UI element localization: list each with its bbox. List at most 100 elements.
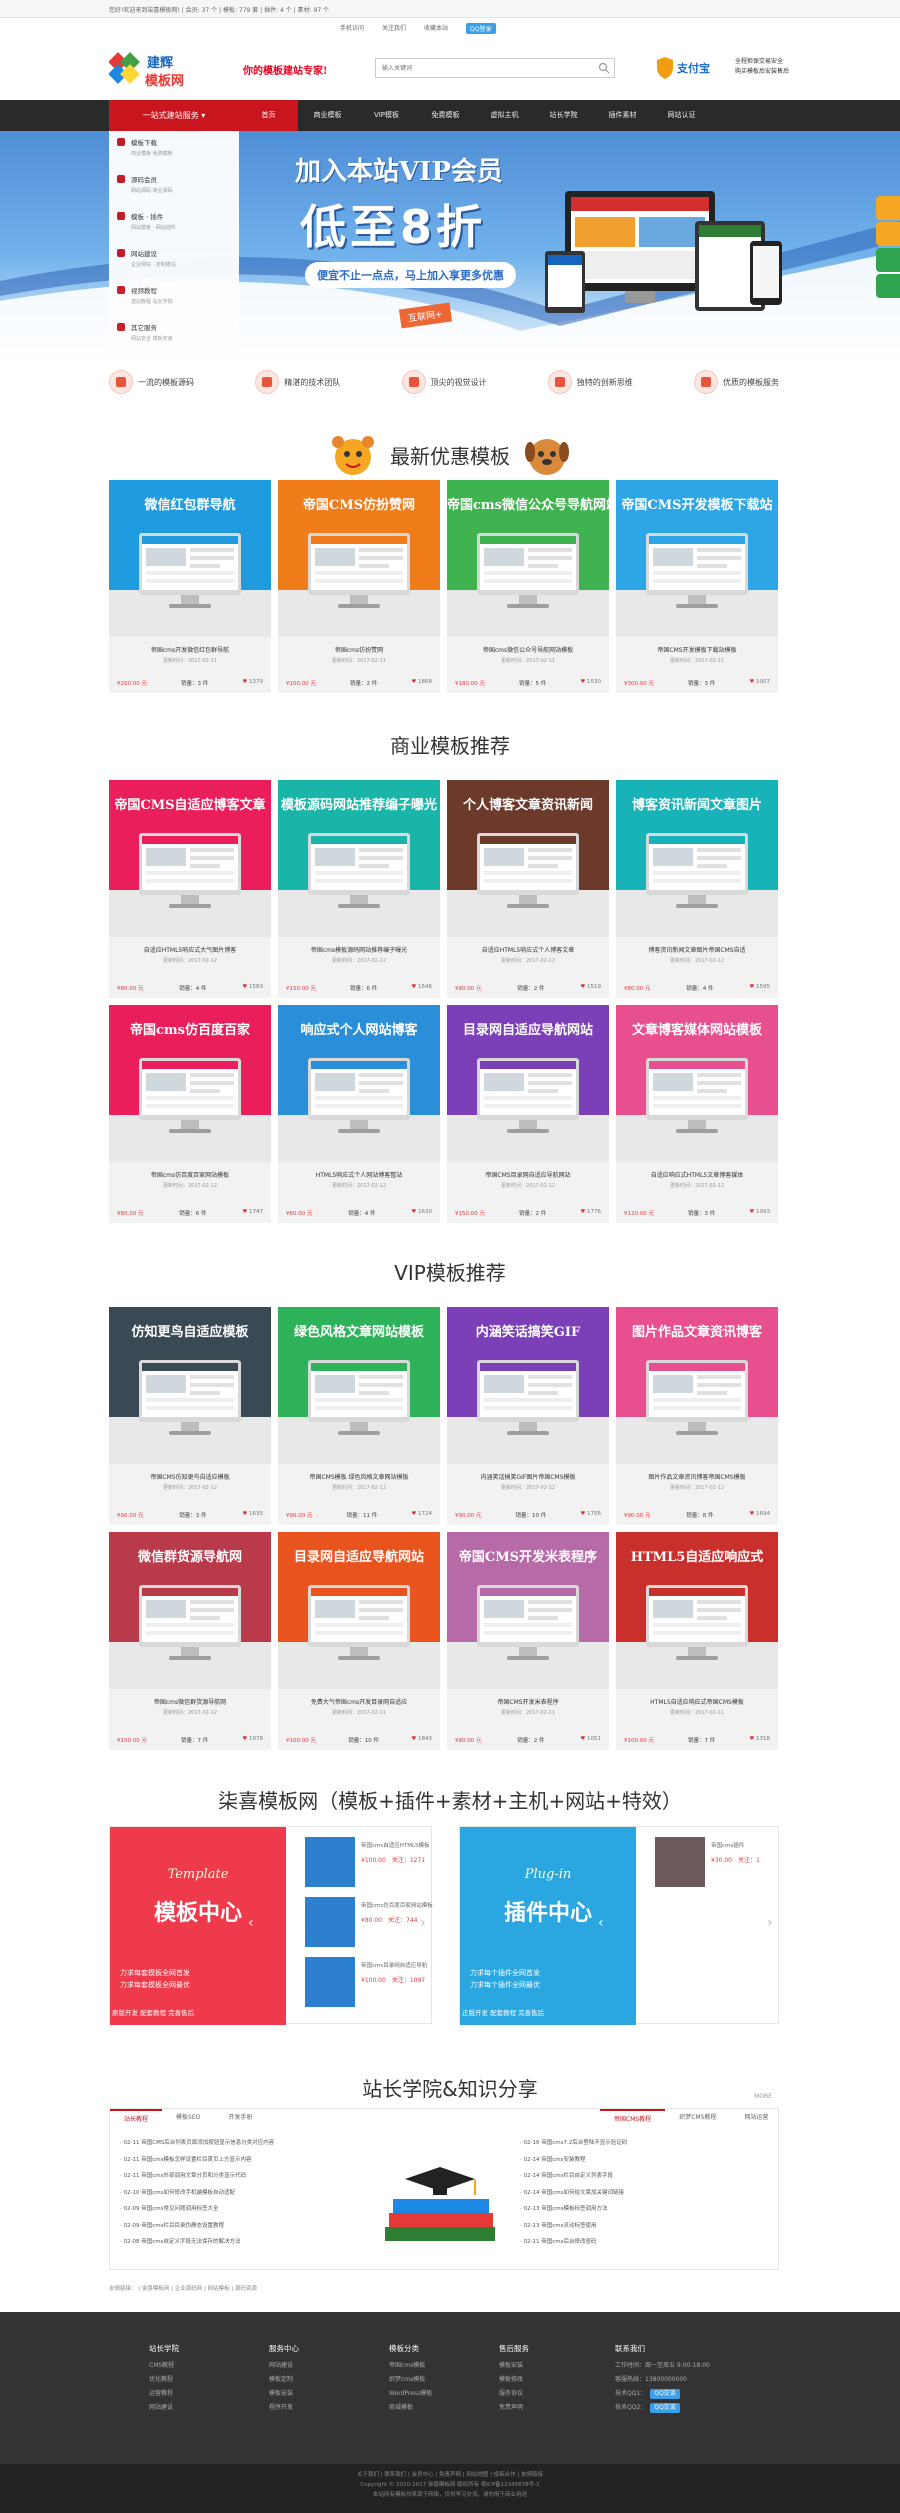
academy-tab[interactable]: 网站运营 <box>730 2109 782 2127</box>
footer-link[interactable]: 商城模板 <box>389 2401 432 2415</box>
academy-tab[interactable]: 帝国CMS教程 <box>600 2109 666 2127</box>
follow-link[interactable]: 关注我们 <box>382 23 406 34</box>
heart-icon[interactable]: ♥ <box>242 984 249 990</box>
footer-link[interactable]: 网站建设 <box>269 2359 299 2373</box>
news-item[interactable]: 02-11 帝国CMS后台列表页面添加按钮显示信息分类对应内容 <box>120 2135 275 2152</box>
heart-icon[interactable]: ♥ <box>580 1511 587 1517</box>
footer-link[interactable]: 模板定制 <box>269 2373 299 2387</box>
template-card[interactable]: 仿知更鸟自适应模板 帝国CMS仿知更鸟自适应模板 更新时间：2017-02-12 ¥9… <box>109 1307 271 1525</box>
academy-tab[interactable]: 模板SEO <box>162 2109 214 2127</box>
heart-icon[interactable]: ♥ <box>411 1511 418 1517</box>
footer-link[interactable]: 帝国cms模板 <box>389 2359 432 2373</box>
heart-icon[interactable]: ♥ <box>242 679 249 685</box>
footer-link[interactable]: CMS教程 <box>149 2359 179 2373</box>
news-item[interactable]: 02-11 帝国cms外部调用文章分页和分类显示代码 <box>120 2168 274 2185</box>
news-item[interactable]: 02-14 帝国cms如何给文章加关键词链接 <box>520 2185 627 2202</box>
card-image[interactable]: 微信群货源导航网 <box>109 1532 271 1689</box>
hero-banner[interactable]: 模板下载 商业模板 免费模板 源码会员 网站源码 商业源码 模板 · 插件 网站模板 · … <box>0 131 900 358</box>
card-name[interactable]: 内涵笑话搞笑GIF图片帝国CMS模板 <box>447 1472 609 1481</box>
side-menu-item[interactable]: 网站建设 企业网站 · 定制建站 <box>109 242 239 279</box>
card-image[interactable]: 帝国cms微信公众号导航网站模板 <box>447 480 609 637</box>
qq-service-icon[interactable] <box>876 196 900 220</box>
qq-login-button[interactable]: QQ登录 <box>466 23 496 34</box>
nav-item[interactable]: 免费模板 <box>416 100 475 131</box>
prev-arrow-icon[interactable]: ‹ <box>248 1915 254 1931</box>
phone-service-icon[interactable] <box>876 222 900 246</box>
footer-link[interactable]: 免责声明 <box>499 2401 529 2415</box>
nav-item[interactable]: 站长学院 <box>534 100 593 131</box>
card-image[interactable]: 帝国CMS开发模板下载站 <box>616 480 778 637</box>
wechat-icon[interactable] <box>876 248 900 272</box>
news-item[interactable]: 02-08 帝国cms自定义字段无法保存的解决方法 <box>120 2234 274 2251</box>
footer-link[interactable]: 运营教程 <box>149 2387 179 2401</box>
card-name[interactable]: 图片作品文章资讯博客帝国CMS模板 <box>616 1472 778 1481</box>
card-image[interactable]: 内涵笑话搞笑GIF <box>447 1307 609 1464</box>
side-menu-item[interactable]: 其它服务 网站安全 模板安装 <box>109 316 239 353</box>
heart-icon[interactable]: ♥ <box>580 679 587 685</box>
news-item[interactable]: 02-14 帝国cms安装教程 <box>520 2152 627 2169</box>
card-image[interactable]: 图片作品文章资讯博客 <box>616 1307 778 1464</box>
card-image[interactable]: 帝国CMS仿扮赞网 <box>278 480 440 637</box>
next-arrow-icon[interactable]: › <box>767 1915 773 1931</box>
back-to-top-icon[interactable] <box>876 274 900 298</box>
template-card[interactable]: 微信群货源导航网 帝国cms微信群货源导航网 更新时间：2017-02-12 ¥150… <box>109 1532 271 1750</box>
heart-icon[interactable]: ♥ <box>242 1736 249 1742</box>
template-center-panel[interactable]: Template 模板中心 力求每套模板全网首发 力求每套模板全网最优 原版开发… <box>110 1827 286 2025</box>
more-link[interactable]: MORE <box>754 2093 772 2100</box>
academy-tab[interactable]: 织梦CMS教程 <box>665 2109 730 2127</box>
card-image[interactable]: 博客资讯新闻文章图片 <box>616 780 778 937</box>
mobile-link[interactable]: 手机访问 <box>340 23 364 34</box>
footer-link[interactable]: 模板安装 <box>269 2387 299 2401</box>
news-item[interactable]: 02-16 帝国cms7.2后台登陆不显示验证码 <box>520 2135 628 2152</box>
card-name[interactable]: 帝国cms仿百度百家网站模板 <box>109 1170 271 1179</box>
template-card[interactable]: 目录网自适应导航网站 免费大气帝国cms开发目录网自适应 更新时间：2017-02-… <box>278 1532 440 1750</box>
template-card[interactable]: 文章博客媒体网站模板 自适应响应式HTML5文章博客媒体 更新时间：2017-02-… <box>616 1005 778 1223</box>
template-card[interactable]: 绿色风格文章网站模板 帝国CMS模板 绿色风格文章网站模板 更新时间：2017-02… <box>278 1307 440 1525</box>
nav-item[interactable]: 网站认证 <box>652 100 711 131</box>
plugin-center-panel[interactable]: Plug-in 插件中心 力求每个插件全网首发 力求每个插件全网最优 正版开发 … <box>460 1827 636 2025</box>
footer-links[interactable]: 关于我们 | 联系我们 | 会员中心 | 免责声明 | 网站地图 | 投稿合作 … <box>0 2470 900 2480</box>
footer-link[interactable]: 程序开发 <box>269 2401 299 2415</box>
card-image[interactable]: 模板源码网站推荐编子曝光 <box>278 780 440 937</box>
template-card[interactable]: 响应式个人网站博客 HTML5响应式个人网站博客整站 更新时间：2017-02-12… <box>278 1005 440 1223</box>
qq-chat-button[interactable]: QQ交谈 <box>650 2403 680 2413</box>
card-image[interactable]: 绿色风格文章网站模板 <box>278 1307 440 1464</box>
template-card[interactable]: 博客资讯新闻文章图片 博客资讯新闻文章图片帝国CMS自适 更新时间：2017-02-… <box>616 780 778 998</box>
template-card[interactable]: 帝国cms微信公众号导航网站模板帝国cms微信公众号导航网站模板更新时间：201… <box>447 480 609 693</box>
heart-icon[interactable]: ♥ <box>580 984 587 990</box>
heart-icon[interactable]: ♥ <box>749 1736 756 1742</box>
card-name[interactable]: 帝国cms微信公众号导航网站模板 <box>447 645 609 654</box>
heart-icon[interactable]: ♥ <box>242 1511 249 1517</box>
card-image[interactable]: 文章博客媒体网站模板 <box>616 1005 778 1162</box>
card-name[interactable]: 帝国cms微信群货源导航网 <box>109 1697 271 1706</box>
template-card[interactable]: 个人博客文章资讯新闻 自适应HTML5响应式个人博客文章 更新时间：2017-02-… <box>447 780 609 998</box>
news-item[interactable]: 02-11 帝国cms后台修改密码 <box>520 2234 627 2251</box>
card-image[interactable]: 响应式个人网站博客 <box>278 1005 440 1162</box>
favorite-link[interactable]: 收藏本站 <box>424 23 448 34</box>
promo-item[interactable]: 帝国cms仿百度百家网站模板 ¥80.00 关注：744 <box>305 1897 445 1947</box>
template-card[interactable]: 帝国CMS开发米表程序 帝国CMS开发米表程序 更新时间：2017-02-11 ¥80… <box>447 1532 609 1750</box>
card-image[interactable]: 仿知更鸟自适应模板 <box>109 1307 271 1464</box>
card-image[interactable]: 微信红包群导航 <box>109 480 271 637</box>
card-name[interactable]: 帝国cms仿扮赞网 <box>278 645 440 654</box>
heart-icon[interactable]: ♥ <box>411 1736 418 1742</box>
template-card[interactable]: 目录网自适应导航网站 帝国CMS目录网自适应导航网站 更新时间：2017-02-12… <box>447 1005 609 1223</box>
news-item[interactable]: 02-14 帝国cms栏目自定义列表字段 <box>520 2168 627 2185</box>
heart-icon[interactable]: ♥ <box>580 1736 587 1742</box>
card-image[interactable]: 帝国CMS自适应博客文章 <box>109 780 271 937</box>
template-card[interactable]: 帝国cms仿百度百家 帝国cms仿百度百家网站模板 更新时间：2017-02-12 ¥… <box>109 1005 271 1223</box>
heart-icon[interactable]: ♥ <box>749 679 756 685</box>
card-name[interactable]: 免费大气帝国cms开发目录网自适应 <box>278 1697 440 1706</box>
template-card[interactable]: 微信红包群导航 帝国cms开发微信红包群导航 更新时间：2017-02-11 ¥200… <box>109 480 271 693</box>
nav-item[interactable]: 首页 <box>239 100 298 131</box>
heart-icon[interactable]: ♥ <box>749 1511 756 1517</box>
promo-item[interactable]: 帝国cms自适应HTML5模板 ¥100.00 关注：1271 <box>305 1837 445 1887</box>
template-card[interactable]: 帝国CMS自适应博客文章 自适应HTML5响应式大气图片博客 更新时间：2017-0… <box>109 780 271 998</box>
news-item[interactable]: 02-09 帝国cms常见问题调用标签大全 <box>120 2201 274 2218</box>
card-name[interactable]: 帝国CMS仿知更鸟自适应模板 <box>109 1472 271 1481</box>
side-menu-item[interactable]: 模板下载 商业模板 免费模板 <box>109 131 239 168</box>
card-name[interactable]: HTML5响应式个人网站博客整站 <box>278 1170 440 1179</box>
search-input[interactable] <box>376 59 586 77</box>
promo-item[interactable]: 帝国cms目录网自适应导航 ¥100.00 关注：1097 <box>305 1957 445 2007</box>
academy-tab[interactable]: 开发手册 <box>214 2109 266 2127</box>
